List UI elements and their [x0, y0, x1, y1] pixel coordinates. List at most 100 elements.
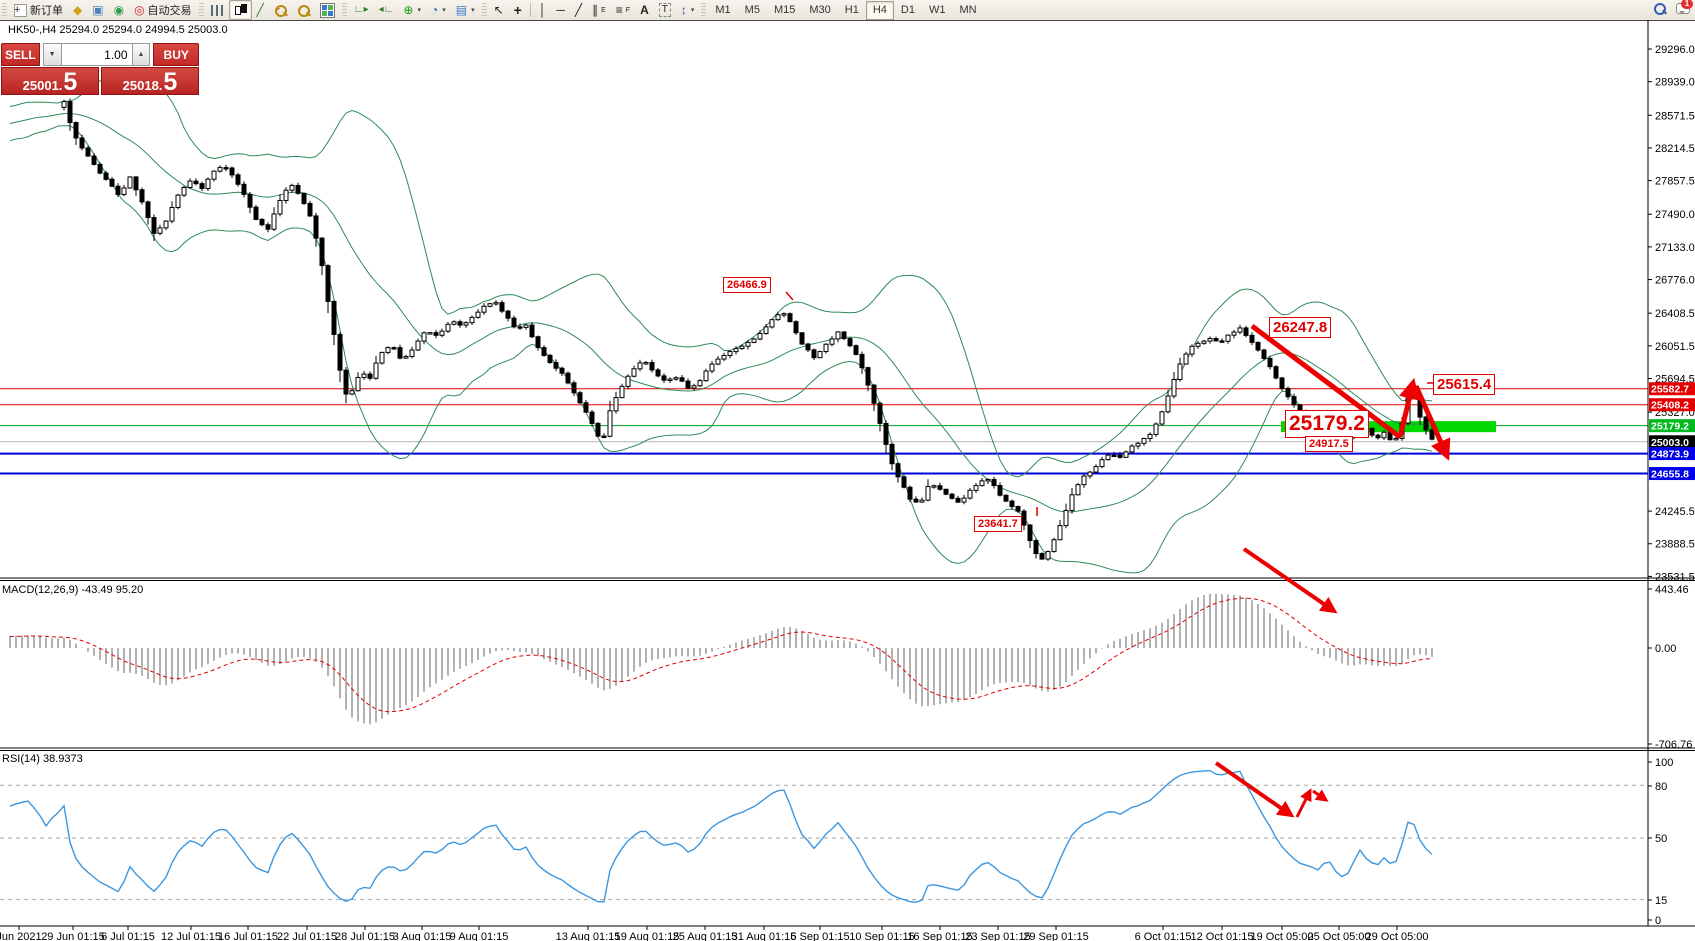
timeframe-mn[interactable]: MN: [952, 1, 983, 20]
new-order-label: 新订单: [30, 2, 63, 18]
tile-windows-button[interactable]: [315, 0, 340, 20]
timeframe-h4[interactable]: H4: [866, 1, 894, 20]
search-icon[interactable]: [1653, 2, 1666, 15]
svg-text:16 Jul 01:15: 16 Jul 01:15: [218, 931, 278, 941]
svg-text:26051.5: 26051.5: [1655, 341, 1695, 353]
svg-text:3 Aug 01:15: 3 Aug 01:15: [393, 931, 452, 941]
dropdown-arrow-icon[interactable]: ▾: [417, 6, 421, 14]
svg-text:24655.8: 24655.8: [1651, 469, 1689, 481]
toolbar-grip[interactable]: [199, 3, 204, 17]
timeframe-w1[interactable]: W1: [922, 1, 953, 20]
dropdown-arrow-icon[interactable]: ▾: [691, 6, 695, 14]
line-chart-mode-button[interactable]: ╱: [252, 0, 269, 20]
buy-price-big-digit: 5: [163, 71, 177, 93]
crosshair-tool-button[interactable]: +: [509, 0, 527, 20]
horizontal-line-tool-button[interactable]: ─: [551, 0, 570, 20]
separator: [530, 3, 531, 17]
cursor-tool-button[interactable]: ↖: [489, 0, 509, 20]
mt4-window: + 新订单 ◆ ▣ ◉ ◎ 自动交易 ╱ + - ∟▸ ◂∟ ⊕▾ ◔▾: [0, 0, 1695, 941]
text-label-tool-button[interactable]: T: [654, 0, 676, 20]
fibonacci-tool-button[interactable]: ≡F: [611, 0, 635, 20]
zoom-out-button[interactable]: -: [292, 0, 315, 20]
svg-text:50: 50: [1655, 833, 1667, 845]
package-icon: ◆: [73, 4, 82, 16]
dropdown-arrow-icon[interactable]: ▾: [442, 6, 446, 14]
chart-canvas[interactable]: 29296.028939.028571.528214.527857.527490…: [0, 20, 1695, 941]
text-tool-button[interactable]: A: [635, 0, 654, 20]
new-order-icon: +: [14, 4, 27, 17]
sell-price-display[interactable]: 25001. 5: [1, 67, 99, 95]
text-label-icon: T: [659, 3, 671, 17]
vertical-line-icon: │: [539, 4, 547, 16]
bar-chart-mode-button[interactable]: [206, 0, 229, 20]
timeframe-h1[interactable]: H1: [838, 1, 866, 20]
text-icon: A: [640, 4, 649, 16]
macd-label: MACD(12,26,9) -43.49 95.20: [2, 584, 143, 596]
package-button[interactable]: ◆: [68, 0, 87, 20]
trendline-tool-button[interactable]: ╱: [570, 0, 587, 20]
auto-scroll-button[interactable]: ∟▸: [349, 0, 374, 20]
volume-decrease-button[interactable]: ▼: [43, 43, 62, 66]
svg-text:27490.0: 27490.0: [1655, 209, 1695, 221]
sell-button[interactable]: SELL: [1, 43, 40, 66]
toolbar-grip[interactable]: [701, 3, 706, 17]
chart-shift-button[interactable]: ◂∟: [374, 0, 399, 20]
clock-icon: ◔: [431, 4, 438, 16]
svg-text:16 Sep 01:15: 16 Sep 01:15: [907, 931, 972, 941]
publisher-button[interactable]: ▣: [87, 0, 108, 20]
svg-text:27857.5: 27857.5: [1655, 176, 1695, 188]
buy-button[interactable]: BUY: [153, 43, 199, 66]
timeframe-d1[interactable]: D1: [894, 1, 922, 20]
rsi-indicator: [10, 771, 1432, 903]
toolbar-grip[interactable]: [342, 3, 347, 17]
price-annotation[interactable]: 23641.7: [974, 516, 1022, 532]
publisher-icon: ▣: [92, 4, 103, 16]
candlestick-mode-button[interactable]: [229, 0, 252, 20]
notifications-icon[interactable]: 1: [1676, 2, 1689, 15]
zoom-out-icon: -: [297, 4, 310, 17]
svg-text:0: 0: [1655, 915, 1661, 927]
auto-trading-button[interactable]: ◎ 自动交易: [129, 0, 196, 20]
svg-text:24873.9: 24873.9: [1651, 449, 1689, 461]
buy-price-display[interactable]: 25018. 5: [101, 67, 199, 95]
svg-text:29296.0: 29296.0: [1655, 44, 1695, 56]
price-annotation[interactable]: 26247.8: [1269, 317, 1331, 338]
templates-button[interactable]: ▤▾: [451, 0, 480, 20]
trend-arrows[interactable]: [786, 292, 1447, 817]
periods-button[interactable]: ◔▾: [426, 0, 451, 20]
bar-chart-icon: [211, 5, 224, 16]
zoom-in-button[interactable]: +: [269, 0, 292, 20]
timeframe-m15[interactable]: M15: [767, 1, 802, 20]
dropdown-arrow-icon[interactable]: ▾: [471, 6, 475, 14]
svg-text:24245.5: 24245.5: [1655, 506, 1695, 518]
timeframe-m1[interactable]: M1: [708, 1, 737, 20]
toolbar-grip[interactable]: [482, 3, 487, 17]
price-annotation[interactable]: 25615.4: [1433, 374, 1495, 395]
toolbar-grip[interactable]: [2, 3, 7, 17]
signals-button[interactable]: ◉: [109, 0, 129, 20]
svg-text:9 Aug 01:15: 9 Aug 01:15: [450, 931, 509, 941]
channel-tool-button[interactable]: ∥E: [587, 0, 611, 20]
svg-text:22 Jul 01:15: 22 Jul 01:15: [277, 931, 337, 941]
price-annotation[interactable]: 24917.5: [1305, 436, 1353, 452]
svg-text:23888.5: 23888.5: [1655, 539, 1695, 551]
volume-increase-button[interactable]: ▲: [132, 43, 151, 66]
channel-icon: ∥: [592, 4, 598, 16]
price-annotation[interactable]: 25179.2: [1285, 410, 1369, 438]
svg-text:25408.2: 25408.2: [1651, 400, 1689, 412]
indicators-button[interactable]: ⊕▾: [398, 0, 426, 20]
auto-scroll-icon: ∟▸: [354, 4, 369, 16]
candles-group: [62, 99, 1434, 561]
timeframe-m30[interactable]: M30: [802, 1, 837, 20]
timeframe-m5[interactable]: M5: [738, 1, 767, 20]
new-order-button[interactable]: + 新订单: [9, 0, 68, 20]
vertical-line-tool-button[interactable]: │: [534, 0, 552, 20]
rsi-label: RSI(14) 38.9373: [2, 753, 83, 765]
price-annotation[interactable]: 26466.9: [723, 277, 771, 293]
arrows-tool-button[interactable]: ↕▾: [676, 0, 700, 20]
svg-text:28214.5: 28214.5: [1655, 143, 1695, 155]
volume-input[interactable]: [62, 43, 132, 66]
macd-indicator: [10, 594, 1432, 725]
svg-text:13 Aug 01:15: 13 Aug 01:15: [556, 931, 621, 941]
chart-title: HK50-,H4 25294.0 25294.0 24994.5 25003.0: [8, 24, 228, 36]
